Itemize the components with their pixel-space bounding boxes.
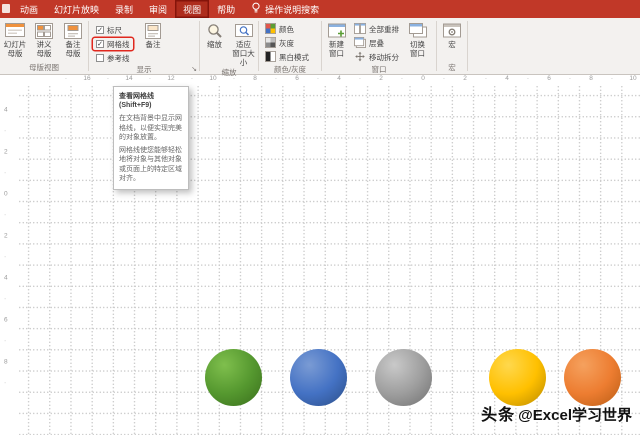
group-color-grayscale: 颜色 灰度 黑白模式 颜色/灰度 bbox=[259, 18, 321, 74]
button-label: 幻灯片 bbox=[4, 40, 27, 49]
checkbox-icon bbox=[96, 54, 104, 62]
group-master-views: 幻灯片 母版 讲义 母版 备注 母版 母版视图 bbox=[0, 18, 88, 74]
button-label: 窗口 bbox=[329, 49, 344, 58]
checkbox-icon bbox=[96, 26, 104, 34]
gridlines-tooltip: 查看网格线 (Shift+F9) 在文档背景中显示网格线，以便实现完美的对象放置… bbox=[113, 86, 189, 190]
tab-record[interactable]: 录制 bbox=[107, 0, 141, 18]
checkbox-label: 网格线 bbox=[107, 39, 130, 50]
button-label: 备注 bbox=[66, 40, 81, 49]
black-white-button[interactable]: 黑白模式 bbox=[262, 51, 312, 64]
notes-button[interactable]: 备注 bbox=[139, 20, 168, 49]
tab-view[interactable]: 视图 bbox=[175, 0, 209, 18]
arrange-all-icon bbox=[354, 23, 366, 36]
button-label: 窗口 bbox=[410, 49, 425, 58]
group-zoom: 缩放 适应 窗口大小 缩放 bbox=[200, 18, 258, 74]
button-label: 新建 bbox=[329, 40, 344, 49]
powerpoint-window: 动画 幻灯片放映 录制 审阅 视图 帮助 操作说明搜索 幻灯片 母版 讲义 母版 bbox=[0, 0, 640, 435]
tell-me-label: 操作说明搜索 bbox=[265, 3, 319, 16]
group-show: 标尺 网格线 参考线 备注 显示 bbox=[89, 18, 199, 74]
gridlines-checkbox[interactable]: 网格线 bbox=[93, 38, 133, 50]
notes-master-button[interactable]: 备注 母版 bbox=[59, 20, 88, 58]
ruler-checkbox[interactable]: 标尺 bbox=[93, 24, 133, 36]
button-label: 黑白模式 bbox=[279, 52, 309, 63]
button-label: 灰度 bbox=[279, 38, 294, 49]
button-label: 备注 bbox=[146, 40, 161, 49]
slide-master-icon bbox=[5, 22, 25, 39]
tooltip-body: 网格线使您能够轻松地将对象与其他对象或页面上的特定区域对齐。 bbox=[119, 146, 183, 183]
switch-window-icon bbox=[409, 22, 427, 39]
group-separator bbox=[467, 21, 468, 71]
button-label: 层叠 bbox=[369, 38, 384, 49]
macro-icon bbox=[443, 22, 461, 39]
group-window: 新建 窗口 全部重排 层叠 移动拆分 bbox=[322, 18, 436, 74]
button-label: 母版 bbox=[37, 49, 52, 58]
move-split-icon bbox=[354, 51, 366, 64]
button-label: 窗口大小 bbox=[229, 49, 258, 67]
watermark-logo: 头条 bbox=[481, 407, 515, 424]
slide-master-button[interactable]: 幻灯片 母版 bbox=[1, 20, 30, 58]
grayscale-button[interactable]: 灰度 bbox=[262, 37, 312, 50]
tab-animation[interactable]: 动画 bbox=[12, 0, 46, 18]
sphere-gray[interactable] bbox=[375, 349, 432, 406]
button-label: 讲义 bbox=[37, 40, 52, 49]
checkbox-label: 参考线 bbox=[107, 53, 130, 64]
zoom-button[interactable]: 缩放 bbox=[200, 20, 229, 49]
button-label: 移动拆分 bbox=[369, 52, 399, 63]
zoom-icon bbox=[206, 22, 224, 39]
color-button[interactable]: 颜色 bbox=[262, 23, 312, 36]
sphere-green[interactable] bbox=[205, 349, 262, 406]
button-label: 颜色 bbox=[279, 24, 294, 35]
watermark-handle: @Excel学习世界 bbox=[518, 407, 632, 424]
vertical-ruler: 4·2·0·2·4·6·8· bbox=[0, 85, 18, 435]
tab-slideshow[interactable]: 幻灯片放映 bbox=[46, 0, 107, 18]
button-label: 缩放 bbox=[207, 40, 222, 49]
dialog-launcher-icon[interactable]: ↘ bbox=[191, 65, 197, 73]
button-label: 母版 bbox=[8, 49, 23, 58]
fit-window-icon bbox=[235, 22, 253, 39]
notes-icon bbox=[145, 22, 161, 39]
checkbox-label: 标尺 bbox=[107, 25, 122, 36]
guides-checkbox[interactable]: 参考线 bbox=[93, 52, 133, 64]
cascade-icon bbox=[354, 37, 366, 50]
tab-review[interactable]: 审阅 bbox=[141, 0, 175, 18]
horizontal-ruler: 16·14·12·10·8·6·4·2·0·2·4·6·8·10·· bbox=[18, 74, 640, 85]
fit-to-window-button[interactable]: 适应 窗口大小 bbox=[229, 20, 258, 67]
cropped-toolbar-fragment bbox=[2, 4, 10, 13]
tooltip-body: 在文档背景中显示网格线，以便实现完美的对象放置。 bbox=[119, 114, 183, 142]
arrange-all-button[interactable]: 全部重排 bbox=[351, 23, 403, 36]
group-label-macros: 宏 bbox=[437, 62, 467, 74]
macros-button[interactable]: 宏 bbox=[438, 20, 467, 49]
grayscale-icon bbox=[265, 37, 276, 50]
color-icon bbox=[265, 23, 276, 36]
handout-master-icon bbox=[35, 22, 53, 39]
switch-windows-button[interactable]: 切换 窗口 bbox=[403, 20, 432, 58]
button-label: 宏 bbox=[448, 40, 456, 49]
sphere-yellow[interactable] bbox=[489, 349, 546, 406]
new-window-icon bbox=[328, 22, 346, 39]
handout-master-button[interactable]: 讲义 母版 bbox=[30, 20, 59, 58]
ribbon: 幻灯片 母版 讲义 母版 备注 母版 母版视图 bbox=[0, 18, 640, 75]
sphere-blue[interactable] bbox=[290, 349, 347, 406]
tell-me-search[interactable]: 操作说明搜索 bbox=[243, 0, 327, 18]
group-label-master-views: 母版视图 bbox=[0, 62, 88, 74]
slide-canvas[interactable]: 头条@Excel学习世界 bbox=[18, 85, 640, 435]
button-label: 全部重排 bbox=[369, 24, 399, 35]
lightbulb-icon bbox=[251, 2, 261, 16]
checkbox-icon bbox=[96, 40, 104, 48]
sphere-orange[interactable] bbox=[564, 349, 621, 406]
new-window-button[interactable]: 新建 窗口 bbox=[322, 20, 351, 58]
cascade-button[interactable]: 层叠 bbox=[351, 37, 403, 50]
group-macros: 宏 宏 bbox=[437, 18, 467, 74]
move-split-button[interactable]: 移动拆分 bbox=[351, 51, 403, 64]
button-label: 切换 bbox=[410, 40, 425, 49]
tab-help[interactable]: 帮助 bbox=[209, 0, 243, 18]
blackwhite-icon bbox=[265, 51, 276, 64]
button-label: 母版 bbox=[66, 49, 81, 58]
ribbon-tab-bar: 动画 幻灯片放映 录制 审阅 视图 帮助 操作说明搜索 bbox=[0, 0, 640, 18]
watermark-text: 头条@Excel学习世界 bbox=[481, 401, 632, 425]
button-label: 适应 bbox=[236, 40, 251, 49]
tooltip-title: 查看网格线 (Shift+F9) bbox=[119, 92, 183, 110]
notes-master-icon bbox=[64, 22, 82, 39]
